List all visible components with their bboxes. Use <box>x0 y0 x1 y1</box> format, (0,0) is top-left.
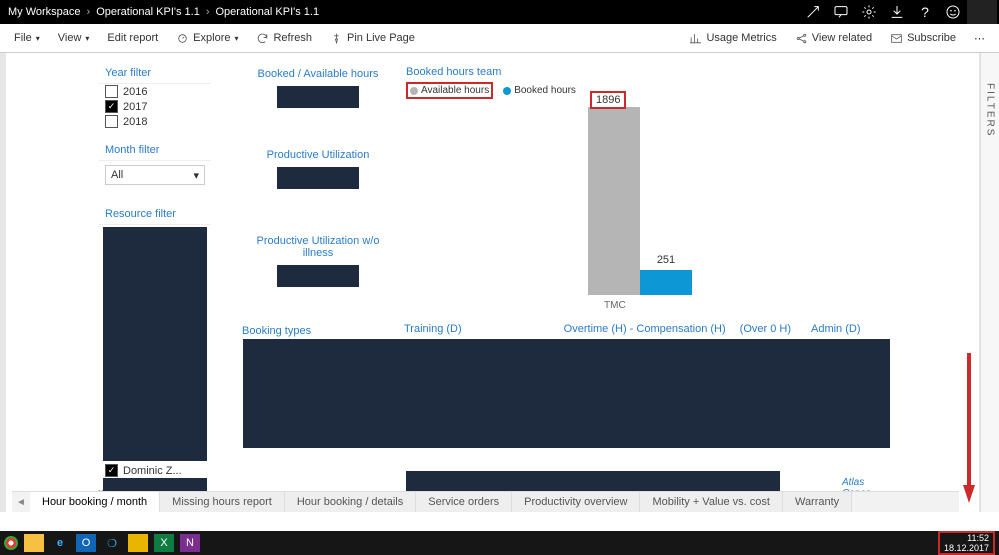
year-option-2018[interactable]: 2018 <box>99 114 211 129</box>
redacted-chart <box>243 339 890 448</box>
pin-button[interactable]: Pin Live Page <box>322 26 423 50</box>
onenote-icon[interactable]: N <box>180 534 200 552</box>
breadcrumb-report[interactable]: Operational KPI's 1.1 <box>96 6 200 18</box>
windows-taskbar: e O ❍ X N 11:5218.12.2017 <box>0 531 999 555</box>
download-icon[interactable] <box>883 0 911 24</box>
resource-option[interactable]: ✓Dominic Z... <box>99 463 211 478</box>
legend-booked[interactable]: Booked hours <box>503 82 576 99</box>
sub-titles: Training (D) Overtime (H) - Compensation… <box>404 323 861 335</box>
chrome-icon[interactable] <box>4 536 18 550</box>
card-productive-util[interactable]: Productive Utilization <box>240 143 396 203</box>
card-booked-available[interactable]: Booked / Available hours <box>240 62 396 122</box>
legend-available[interactable]: Available hours <box>406 82 493 99</box>
gear-icon[interactable] <box>855 0 883 24</box>
chart-area: 1896 251 TMC <box>404 107 892 307</box>
bar-label: 1896 <box>590 91 626 109</box>
redacted-value <box>277 167 359 189</box>
help-icon[interactable]: ? <box>911 0 939 24</box>
file-menu[interactable]: File▾ <box>6 26 48 50</box>
chevron-right-icon: › <box>87 6 91 18</box>
tab-hour-booking-details[interactable]: Hour booking / details <box>285 492 416 512</box>
card-productive-util-wo[interactable]: Productive Utilization w/o illness <box>240 229 396 289</box>
system-clock[interactable]: 11:5218.12.2017 <box>938 531 995 555</box>
tab-hour-booking-month[interactable]: Hour booking / month <box>30 492 160 512</box>
profile-icon[interactable] <box>967 0 997 24</box>
x-axis-label: TMC <box>604 300 626 311</box>
report-toolbar: File▾ View▾ Edit report Explore▾ Refresh… <box>0 24 999 53</box>
tab-mobility[interactable]: Mobility + Value vs. cost <box>640 492 782 512</box>
smiley-icon[interactable] <box>939 0 967 24</box>
tabs-prev[interactable]: ◄ <box>12 497 30 508</box>
breadcrumb-workspace[interactable]: My Workspace <box>8 6 81 18</box>
month-dropdown[interactable]: All▾ <box>105 165 205 185</box>
redacted-value <box>277 265 359 287</box>
tab-service-orders[interactable]: Service orders <box>416 492 512 512</box>
redacted-list <box>103 227 207 461</box>
slicer-title: Year filter <box>99 63 211 84</box>
title-bar-actions: ? <box>799 0 997 24</box>
sub-training: Training (D) <box>404 323 462 335</box>
sticky-notes-icon[interactable] <box>128 534 148 552</box>
chart-legend: Available hours Booked hours <box>404 82 892 99</box>
booked-hours-chart[interactable]: Booked hours team Available hours Booked… <box>404 62 892 318</box>
bar-booked[interactable]: 251 <box>640 270 692 295</box>
bar-label: 251 <box>640 254 692 266</box>
file-explorer-icon[interactable] <box>24 534 44 552</box>
breadcrumb: My Workspace › Operational KPI's 1.1 › O… <box>2 6 319 18</box>
edge-icon[interactable]: e <box>50 534 70 552</box>
chevron-right-icon: › <box>206 6 210 18</box>
filters-pane-toggle[interactable]: FILTERS <box>980 53 999 512</box>
month-filter-slicer[interactable]: Month filter All▾ <box>98 139 212 185</box>
tab-missing-hours[interactable]: Missing hours report <box>160 492 285 512</box>
usage-metrics-button[interactable]: Usage Metrics <box>681 26 784 50</box>
more-icon[interactable]: ⋯ <box>966 26 993 50</box>
view-related-button[interactable]: View related <box>787 26 880 50</box>
title-bar: My Workspace › Operational KPI's 1.1 › O… <box>0 0 999 24</box>
slicer-title: Month filter <box>99 140 211 161</box>
slicer-title: Resource filter <box>99 204 211 225</box>
tab-productivity[interactable]: Productivity overview <box>512 492 640 512</box>
report-page: Year filter 2016 ✓2017 2018 Month filter… <box>6 53 979 512</box>
year-option-2017[interactable]: ✓2017 <box>99 99 211 114</box>
redacted-value <box>277 86 359 108</box>
page-tabs: ◄ Hour booking / month Missing hours rep… <box>12 491 959 512</box>
view-menu[interactable]: View▾ <box>50 26 98 50</box>
refresh-button[interactable]: Refresh <box>248 26 320 50</box>
breadcrumb-page[interactable]: Operational KPI's 1.1 <box>216 6 320 18</box>
sub-admin: Admin (D) <box>811 323 861 335</box>
tab-warranty[interactable]: Warranty <box>783 492 852 512</box>
outlook-icon[interactable]: O <box>76 534 96 552</box>
fullscreen-icon[interactable] <box>799 0 827 24</box>
skype-icon[interactable]: ❍ <box>102 534 122 552</box>
sub-over0: (Over 0 H) <box>740 323 791 335</box>
explore-menu[interactable]: Explore▾ <box>168 26 246 50</box>
edit-report-button[interactable]: Edit report <box>99 26 166 50</box>
chat-icon[interactable] <box>827 0 855 24</box>
year-filter-slicer[interactable]: Year filter 2016 ✓2017 2018 <box>98 62 212 132</box>
resource-filter-slicer[interactable]: Resource filter ✓Dominic Z... <box>98 203 212 493</box>
subscribe-button[interactable]: Subscribe <box>882 26 964 50</box>
year-option-2016[interactable]: 2016 <box>99 84 211 99</box>
bar-available[interactable]: 1896 <box>588 107 640 295</box>
annotation-arrow-icon <box>963 353 975 503</box>
excel-icon[interactable]: X <box>154 534 174 552</box>
sub-overtime: Overtime (H) - Compensation (H) <box>564 323 726 335</box>
chart-title: Booked hours team <box>404 62 892 82</box>
report-canvas: Year filter 2016 ✓2017 2018 Month filter… <box>0 53 999 512</box>
